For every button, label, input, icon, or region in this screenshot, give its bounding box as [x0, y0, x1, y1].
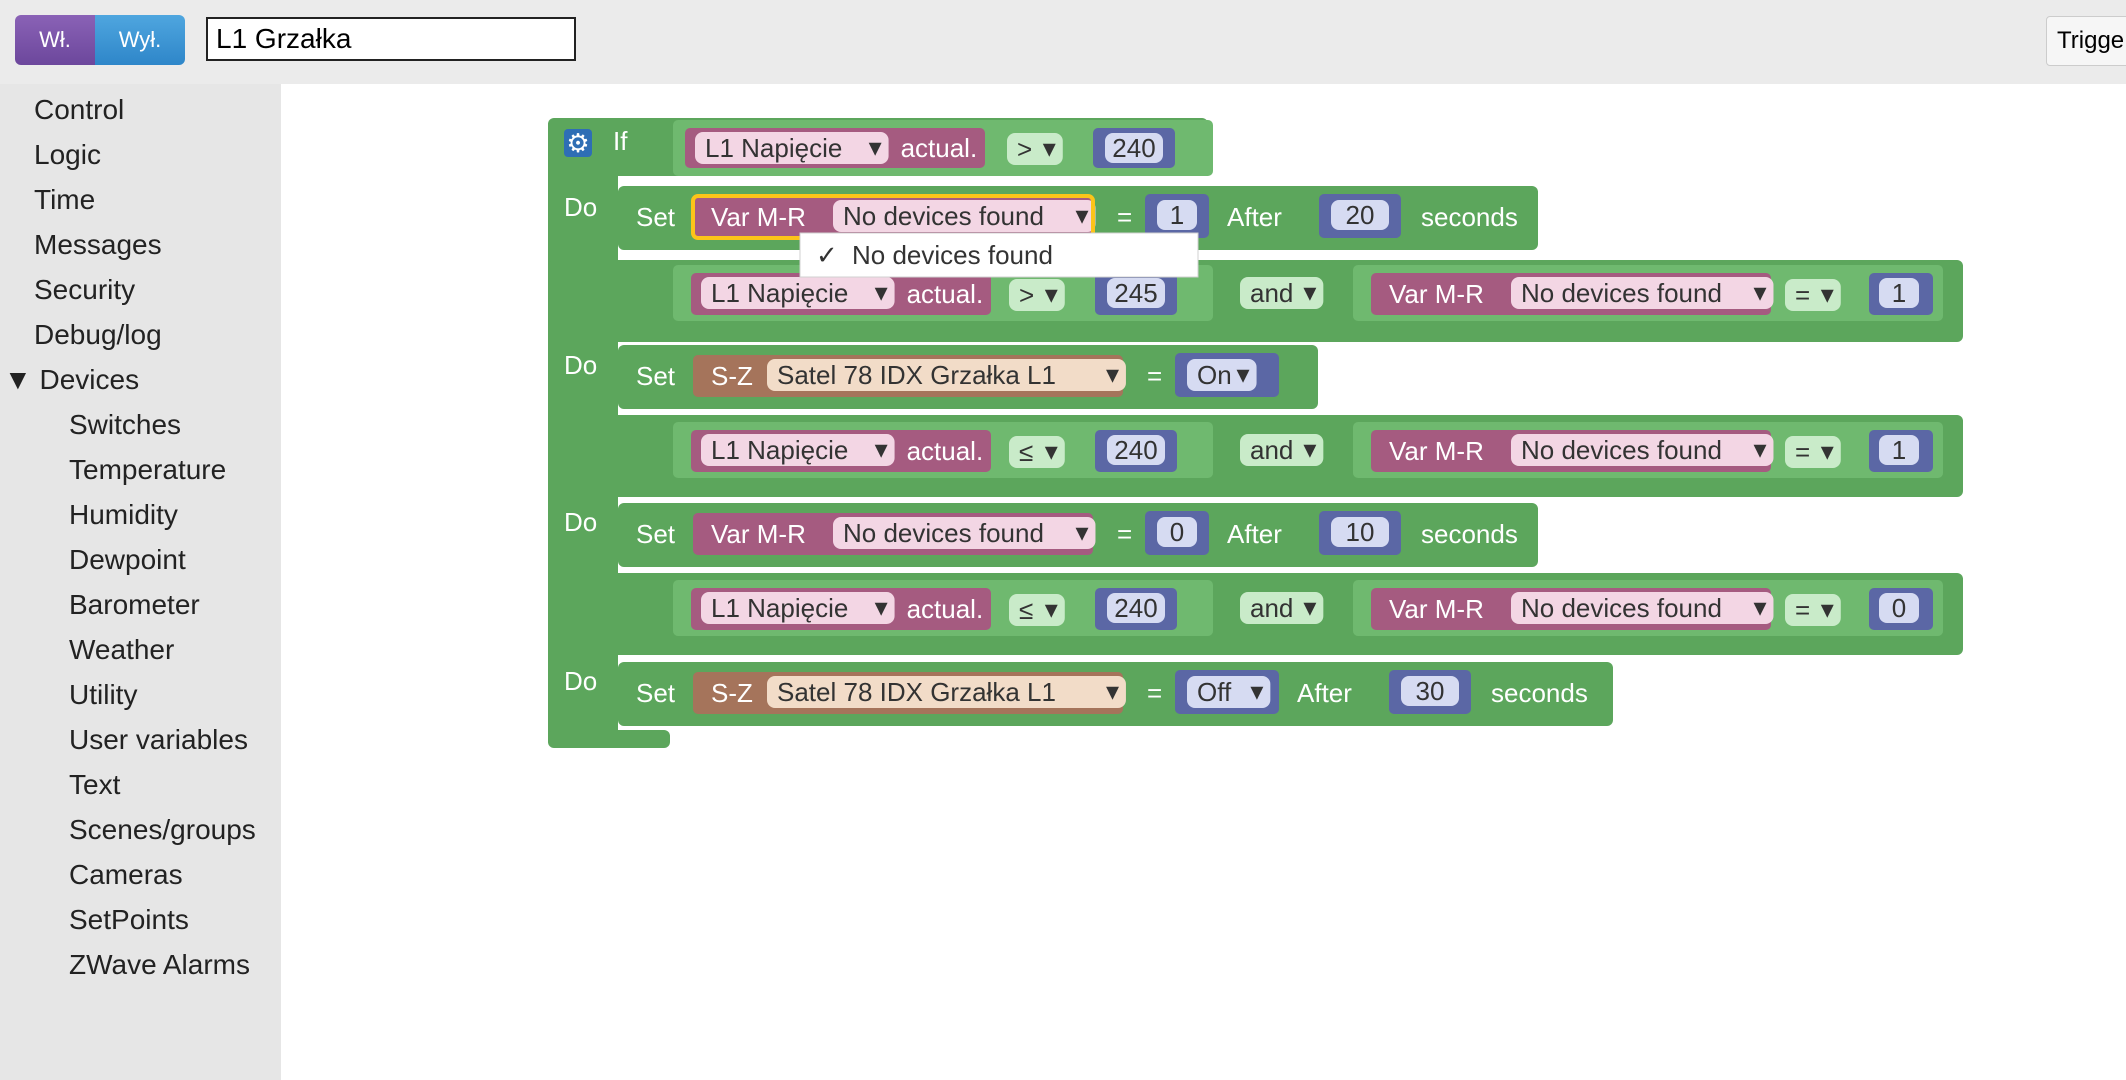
dropdown-arrow-icon: ▾ — [1106, 359, 1119, 389]
number-text: 245 — [1114, 278, 1157, 308]
set-label: Set — [636, 519, 676, 549]
dropdown-arrow-icon: ▾ — [1045, 436, 1058, 466]
dropdown-arrow-icon: ▾ — [1753, 592, 1766, 622]
number-text: 240 — [1114, 593, 1157, 623]
variable-dropdown-text: No devices found — [843, 201, 1044, 231]
set-label: Set — [636, 678, 676, 708]
number-text: 0 — [1892, 593, 1906, 623]
variable-prefix-label: Var M-R — [1389, 436, 1484, 466]
gear-icon: ⚙ — [566, 128, 589, 158]
voltage-device-dropdown-text: L1 Napięcie — [711, 593, 848, 623]
number-text: 240 — [1112, 133, 1155, 163]
dropdown-arrow-icon: ▾ — [1043, 133, 1056, 163]
dropdown-arrow-icon: ▾ — [1045, 279, 1058, 309]
if-block-bottom — [548, 730, 670, 748]
do-label: Do — [564, 507, 597, 537]
actual-label: actual. — [907, 594, 984, 624]
equals-label: = — [1147, 361, 1162, 391]
block-canvas: ⚙IfDoElse ifDoElse ifDoElse ifDoSetSetSe… — [548, 118, 1963, 748]
after-label: After — [1227, 202, 1282, 232]
dropdown-arrow-icon: ▾ — [1303, 434, 1316, 464]
and-operator-dropdown-text: and — [1250, 593, 1293, 623]
state-dropdown-text: On — [1197, 360, 1232, 390]
variable-prefix-label: Var M-R — [1389, 594, 1484, 624]
variable-dropdown-text: No devices found — [1521, 435, 1722, 465]
and-operator-dropdown-text: and — [1250, 435, 1293, 465]
variable-dropdown-text: No devices found — [1521, 278, 1722, 308]
number-text: 240 — [1114, 435, 1157, 465]
switch-dropdown-text: Satel 78 IDX Grzałka L1 — [777, 360, 1056, 390]
number-text: 30 — [1416, 676, 1445, 706]
variable-dropdown-text: No devices found — [1521, 593, 1722, 623]
dropdown-arrow-icon: ▾ — [1753, 434, 1766, 464]
operator-dropdown-text: ≤ — [1019, 437, 1033, 467]
dropdown-arrow-icon: ▾ — [1075, 200, 1088, 230]
voltage-device-dropdown-text: L1 Napięcie — [705, 133, 842, 163]
actual-label: actual. — [901, 133, 978, 163]
actual-label: actual. — [907, 436, 984, 466]
number-text: 0 — [1170, 517, 1184, 547]
do-label: Do — [564, 666, 597, 696]
dropdown-arrow-icon: ▾ — [1753, 277, 1766, 307]
variable-prefix-label: Var M-R — [711, 202, 806, 232]
state-dropdown-text: Off — [1197, 677, 1232, 707]
seconds-label: seconds — [1421, 519, 1518, 549]
and-operator-dropdown-text: and — [1250, 278, 1293, 308]
do-label: Do — [564, 350, 597, 380]
dropdown-arrow-icon: ▾ — [1821, 436, 1834, 466]
after-label: After — [1297, 678, 1352, 708]
operator-dropdown-text: > — [1017, 134, 1032, 164]
dropdown-arrow-icon: ▾ — [869, 132, 882, 162]
operator-dropdown-text: = — [1795, 280, 1810, 310]
dropdown-arrow-icon: ▾ — [875, 277, 888, 307]
do-label: Do — [564, 192, 597, 222]
operator-dropdown-text: = — [1795, 437, 1810, 467]
voltage-device-dropdown-text: L1 Napięcie — [711, 278, 848, 308]
dropdown-arrow-icon: ▾ — [1237, 359, 1250, 389]
dropdown-arrow-icon: ▾ — [1045, 594, 1058, 624]
switch-prefix-label: S-Z — [711, 678, 753, 708]
dropdown-arrow-icon: ▾ — [1303, 592, 1316, 622]
equals-label: = — [1117, 519, 1132, 549]
switch-dropdown-text: Satel 78 IDX Grzałka L1 — [777, 677, 1056, 707]
checkmark-icon: ✓ — [816, 240, 838, 270]
dropdown-arrow-icon: ▾ — [1106, 676, 1119, 706]
equals-label: = — [1117, 202, 1132, 232]
equals-label: = — [1147, 678, 1162, 708]
switch-prefix-label: S-Z — [711, 361, 753, 391]
operator-dropdown-text: = — [1795, 595, 1810, 625]
number-text: 1 — [1892, 435, 1906, 465]
dropdown-arrow-icon: ▾ — [1303, 277, 1316, 307]
operator-dropdown-text: > — [1019, 280, 1034, 310]
number-text: 1 — [1892, 278, 1906, 308]
variable-prefix-label: Var M-R — [1389, 279, 1484, 309]
dropdown-arrow-icon: ▾ — [1821, 594, 1834, 624]
set-label: Set — [636, 202, 676, 232]
seconds-label: seconds — [1491, 678, 1588, 708]
dropdown-arrow-icon: ▾ — [1250, 676, 1263, 706]
variable-prefix-label: Var M-R — [711, 519, 806, 549]
dropdown-option[interactable]: No devices found — [852, 240, 1053, 270]
variable-dropdown-text: No devices found — [843, 518, 1044, 548]
number-text: 10 — [1346, 517, 1375, 547]
dropdown-arrow-icon: ▾ — [1821, 279, 1834, 309]
dropdown-arrow-icon: ▾ — [875, 592, 888, 622]
number-text: 1 — [1170, 200, 1184, 230]
if-label: If — [613, 126, 628, 156]
dropdown-arrow-icon: ▾ — [1075, 517, 1088, 547]
number-text: 20 — [1346, 200, 1375, 230]
after-label: After — [1227, 519, 1282, 549]
operator-dropdown-text: ≤ — [1019, 595, 1033, 625]
dropdown-arrow-icon: ▾ — [875, 434, 888, 464]
voltage-device-dropdown-text: L1 Napięcie — [711, 435, 848, 465]
seconds-label: seconds — [1421, 202, 1518, 232]
set-label: Set — [636, 361, 676, 391]
actual-label: actual. — [907, 279, 984, 309]
